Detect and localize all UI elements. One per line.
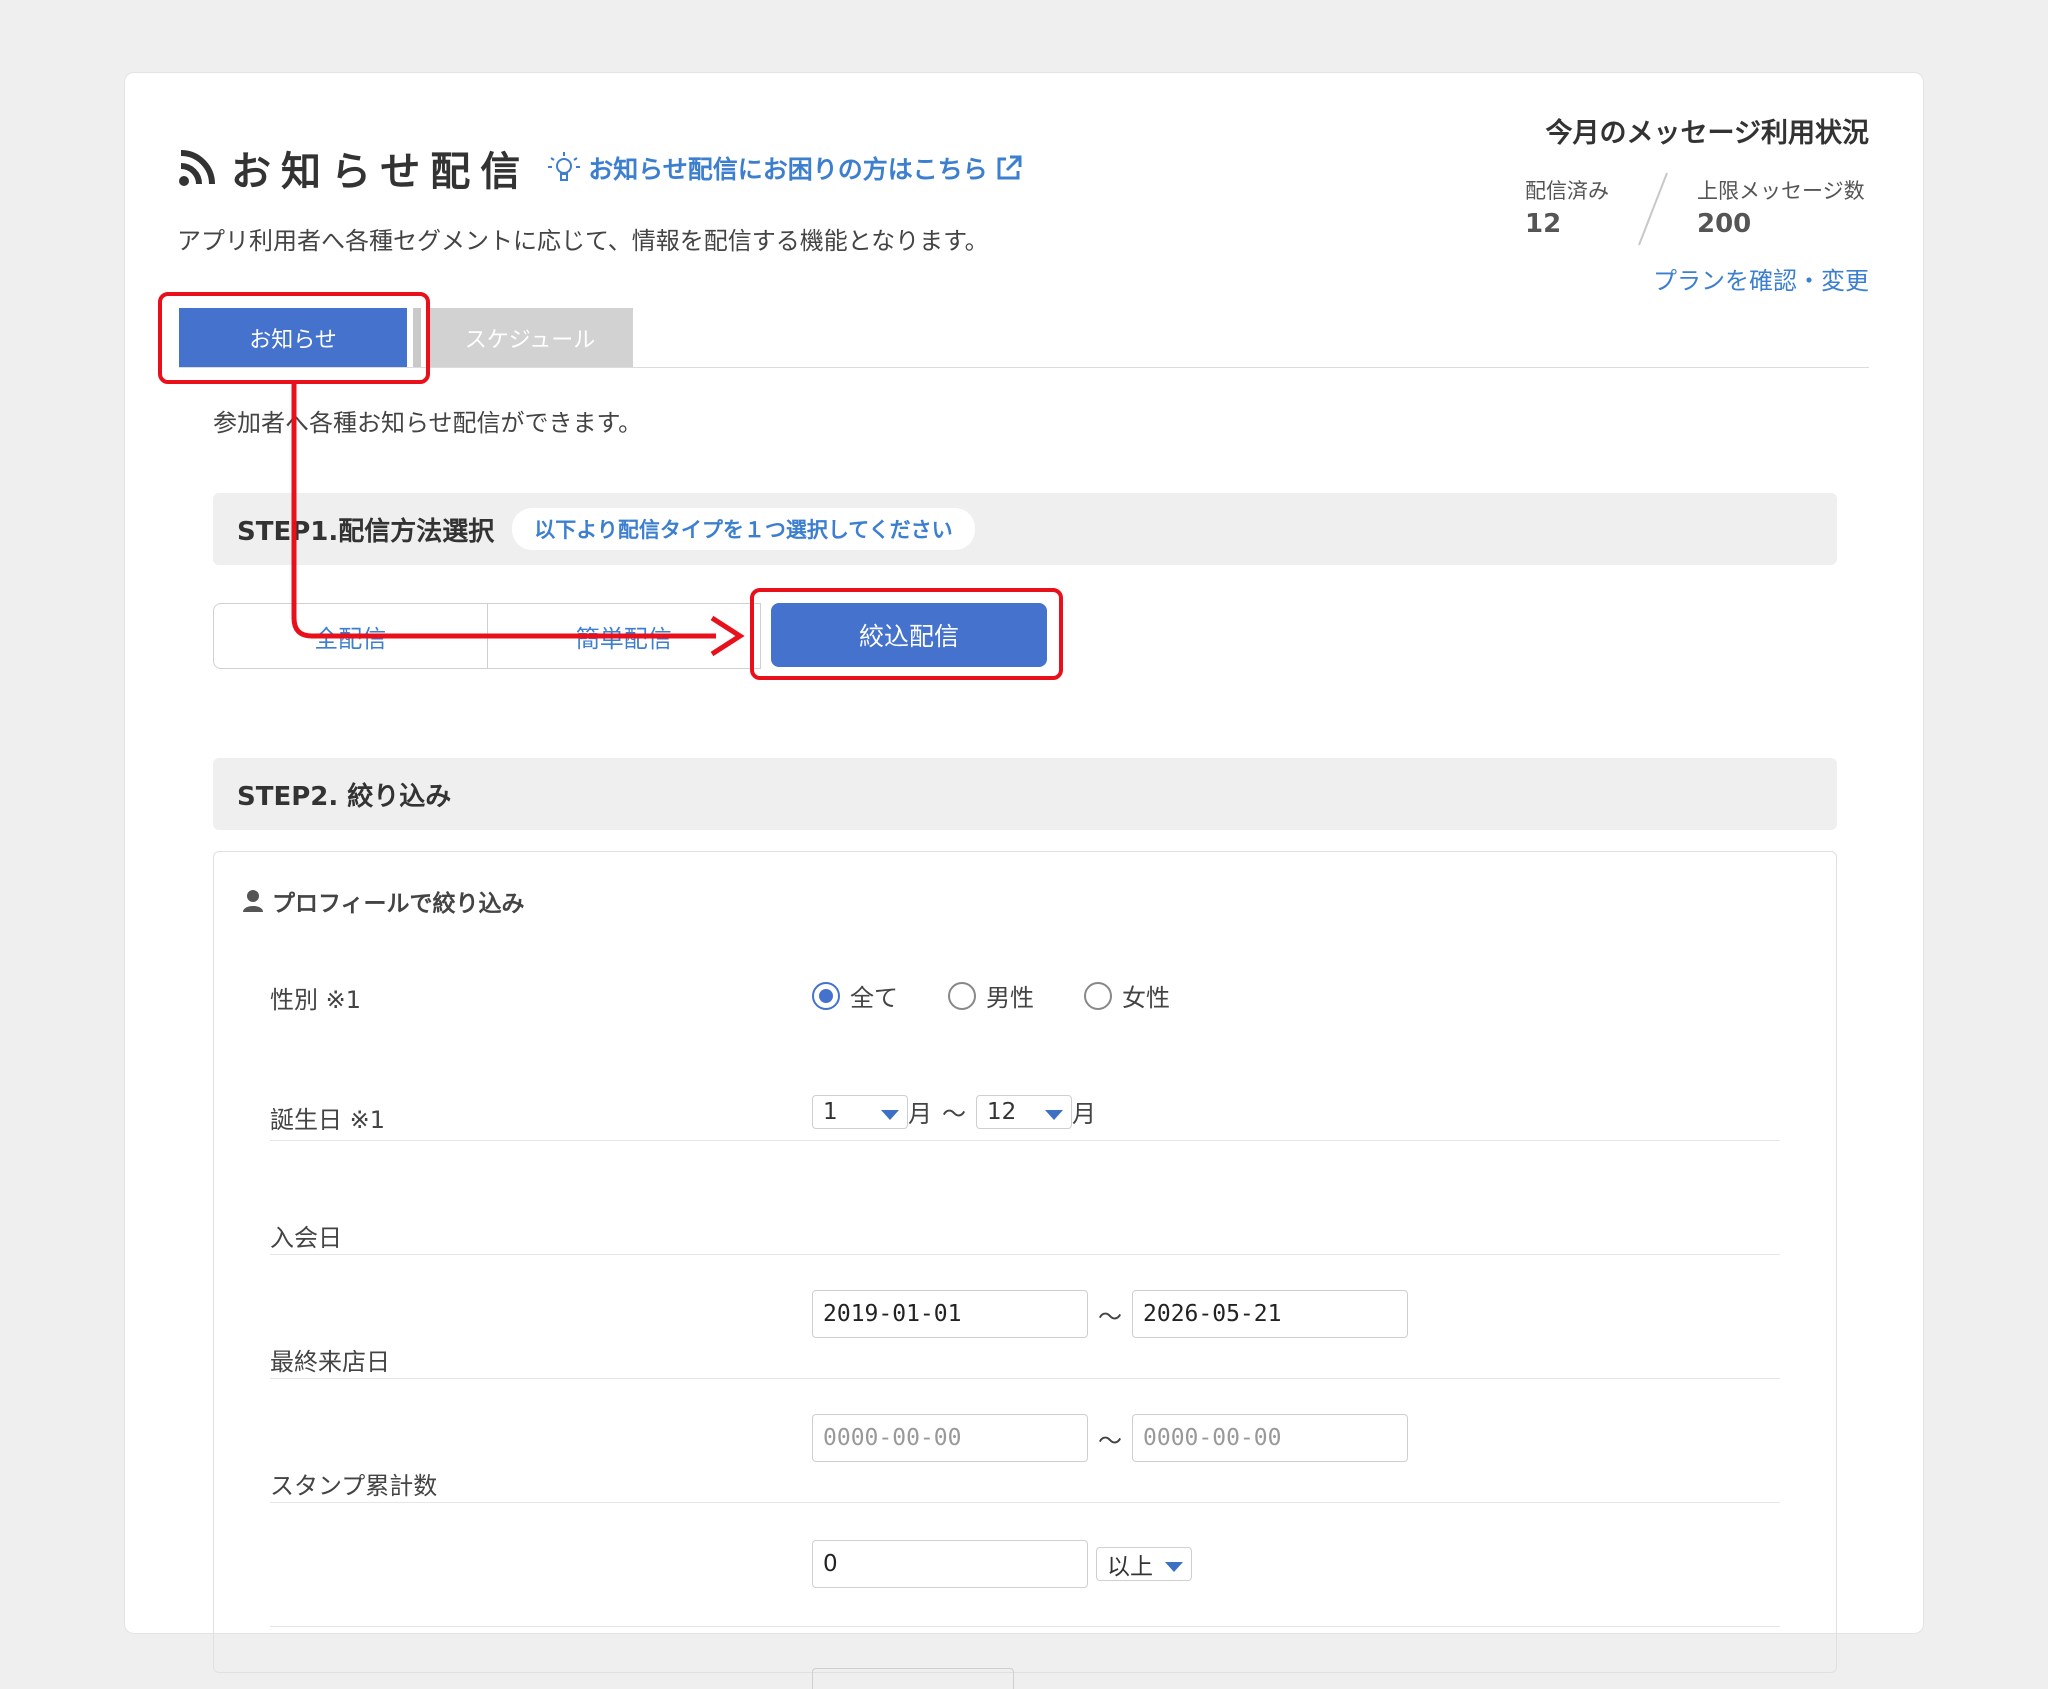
next-row-input[interactable] — [812, 1668, 1014, 1689]
annotation-arrow — [291, 384, 745, 657]
row-divider — [270, 1626, 1780, 1627]
